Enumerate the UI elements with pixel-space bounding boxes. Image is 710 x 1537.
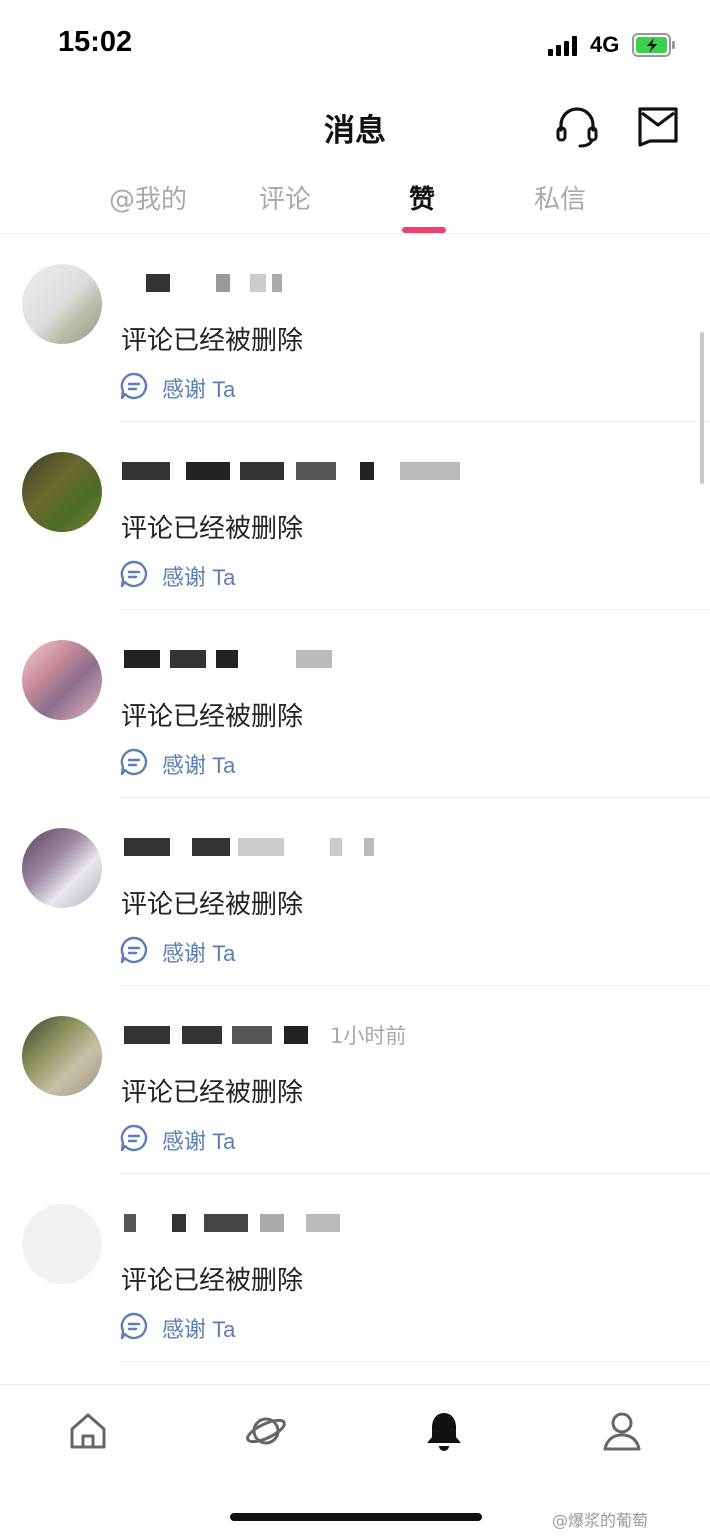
username[interactable] — [120, 456, 480, 486]
mail-icon[interactable] — [636, 105, 680, 147]
avatar[interactable] — [22, 1016, 102, 1096]
thanks-label: 感谢 Ta — [162, 1317, 236, 1342]
comment-text: 评论已经被删除 — [121, 326, 304, 356]
tab-mentions[interactable]: @我的 — [88, 179, 208, 216]
headset-icon[interactable] — [554, 104, 600, 150]
thanks-label: 感谢 Ta — [162, 377, 236, 402]
chat-bubble-icon — [120, 560, 148, 588]
list-item[interactable]: 评论已经被删除 感谢 Ta — [0, 798, 710, 986]
thanks-label: 感谢 Ta — [162, 941, 236, 966]
list-item[interactable]: 评论已经被删除 感谢 Ta — [0, 422, 710, 610]
bottom-nav: @爆浆的葡萄 — [0, 1384, 710, 1537]
comment-text: 评论已经被删除 — [121, 514, 304, 544]
list-item[interactable]: 评论已经被删除 感谢 Ta — [0, 1174, 710, 1362]
comment-text: 评论已经被删除 — [121, 702, 304, 732]
divider — [120, 1361, 710, 1362]
avatar[interactable] — [22, 452, 102, 532]
chat-bubble-icon — [120, 936, 148, 964]
message-tabs: @我的 评论 赞 私信 — [0, 175, 710, 234]
signal-icon — [548, 36, 580, 56]
chat-bubble-icon — [120, 1312, 148, 1340]
tab-private-messages[interactable]: 私信 — [500, 179, 620, 216]
bell-icon[interactable] — [422, 1409, 466, 1453]
scrollbar[interactable] — [700, 332, 704, 484]
network-type: 4G — [590, 32, 620, 57]
username[interactable]: 1小时前 — [120, 1020, 480, 1050]
profile-icon[interactable] — [600, 1409, 644, 1453]
thanks-label: 感谢 Ta — [162, 565, 236, 590]
username[interactable] — [120, 644, 480, 674]
comment-text: 评论已经被删除 — [121, 890, 304, 920]
list-item[interactable]: 1小时前 评论已经被删除 感谢 Ta — [0, 986, 710, 1174]
status-bar: 15:02 4G — [0, 0, 710, 90]
home-indicator[interactable] — [230, 1513, 482, 1521]
username[interactable] — [120, 832, 480, 862]
username[interactable] — [120, 1208, 480, 1238]
list-item[interactable]: 评论已经被删除 感谢 Ta — [0, 610, 710, 798]
username[interactable] — [120, 268, 480, 298]
avatar[interactable] — [22, 828, 102, 908]
chat-bubble-icon — [120, 372, 148, 400]
chat-bubble-icon — [120, 1124, 148, 1152]
status-time: 15:02 — [58, 26, 133, 58]
tab-likes[interactable]: 赞 — [362, 179, 482, 216]
tab-comments[interactable]: 评论 — [225, 179, 345, 216]
thanks-label: 感谢 Ta — [162, 753, 236, 778]
page-title: 消息 — [324, 113, 386, 149]
chat-bubble-icon — [120, 748, 148, 776]
watermark: @爆浆的葡萄 — [552, 1511, 649, 1530]
comment-text: 评论已经被删除 — [121, 1266, 304, 1296]
comment-text: 评论已经被删除 — [121, 1078, 304, 1108]
home-icon[interactable] — [66, 1409, 110, 1453]
planet-icon[interactable] — [244, 1409, 288, 1453]
avatar[interactable] — [22, 1204, 102, 1284]
avatar[interactable] — [22, 640, 102, 720]
thanks-label: 感谢 Ta — [162, 1129, 236, 1154]
avatar[interactable] — [22, 264, 102, 344]
list-item[interactable]: 评论已经被删除 感谢 Ta — [0, 234, 710, 422]
active-tab-indicator — [402, 227, 446, 233]
like-list: 评论已经被删除 感谢 Ta 评论已经被删除 感谢 Ta 评论已经被删除 感谢 T… — [0, 234, 710, 1362]
item-time: 1小时前 — [330, 1024, 407, 1048]
battery-icon — [632, 33, 675, 57]
